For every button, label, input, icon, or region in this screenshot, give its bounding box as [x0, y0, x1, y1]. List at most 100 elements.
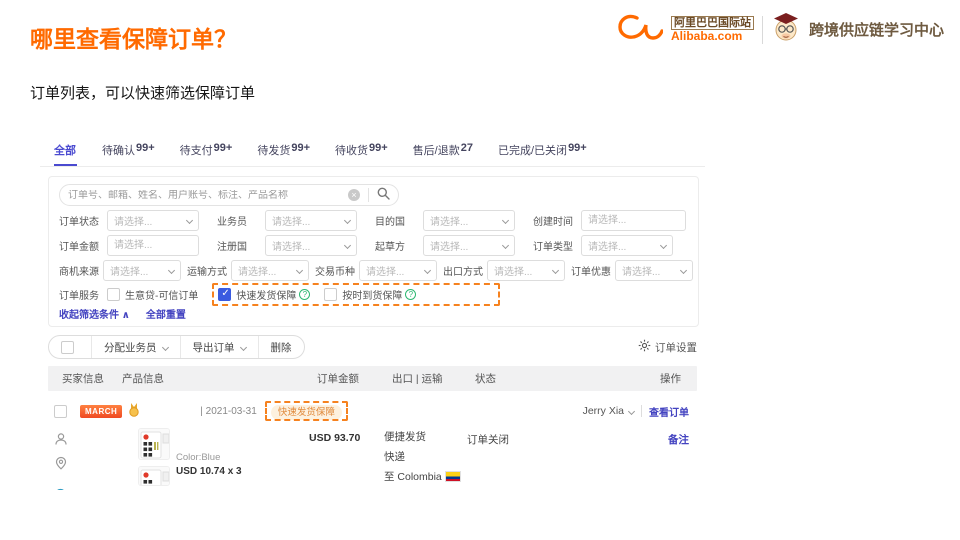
- ship-line-3: 至 Colombia: [384, 468, 467, 484]
- order-type-select[interactable]: 请选择...: [581, 235, 673, 256]
- search-input[interactable]: [68, 190, 348, 201]
- filter-label-order-amount: 订单金额: [59, 238, 107, 253]
- create-time-input[interactable]: [581, 210, 686, 231]
- order-row-body: Leave Messages: [40, 428, 705, 490]
- lead-source-select[interactable]: 请选择...: [103, 260, 181, 281]
- salesperson-select[interactable]: 请选择...: [265, 210, 357, 231]
- col-export-shipping: 出口 | 运输: [392, 371, 475, 386]
- tab-pending-pay[interactable]: 待支付99+: [180, 142, 233, 166]
- chevron-down-icon: [502, 242, 509, 249]
- help-icon[interactable]: ?: [299, 289, 310, 300]
- search-icon[interactable]: [377, 187, 390, 203]
- buyer-info-cell: Leave Messages: [54, 428, 114, 490]
- buyer-avatar-icon: [54, 432, 114, 449]
- product-info-cell: .. Color:Blue USD 10.74 x 3: [114, 428, 309, 490]
- destination-country-select[interactable]: 请选择...: [423, 210, 515, 231]
- salesperson-dropdown[interactable]: Jerry Xia: [583, 405, 634, 417]
- filter-label-create-time: 创建时间: [533, 213, 581, 228]
- clear-search-icon[interactable]: ×: [348, 189, 360, 201]
- ontime-delivery-guarantee-checkbox[interactable]: [324, 288, 337, 301]
- col-buyer-info: 买家信息: [62, 371, 122, 386]
- order-list-screenshot: 全部 待确认99+ 待支付99+ 待发货99+ 待收货99+ 售后/退款27 已…: [40, 138, 705, 490]
- medal-icon: [128, 403, 140, 420]
- service-fast-shipping-guarantee: 快速发货保障 ?: [218, 287, 310, 302]
- learning-center-label: 跨境供应链学习中心: [809, 19, 944, 40]
- tab-pending-ship[interactable]: 待发货99+: [257, 142, 310, 166]
- chevron-down-icon: [168, 267, 175, 274]
- order-row-header: MARCH | 2021-03-31 快速发货保障 Jerry Xia 查看订单: [40, 399, 705, 423]
- orders-table-header: 买家信息 产品信息 订单金额 出口 | 运输 状态 操作: [48, 366, 697, 391]
- select-all-checkbox[interactable]: [61, 341, 74, 354]
- tab-aftersale-refund[interactable]: 售后/退款27: [413, 142, 473, 166]
- product-image[interactable]: [138, 428, 170, 460]
- tab-pending-confirm[interactable]: 待确认99+: [102, 142, 155, 166]
- collapse-filters-link[interactable]: 收起筛选条件 ∧: [59, 306, 130, 321]
- shipping-method-select[interactable]: 请选择...: [231, 260, 309, 281]
- select-all-cell: [49, 336, 92, 358]
- chevron-down-icon: [161, 343, 168, 350]
- filter-label-salesperson: 业务员: [217, 213, 265, 228]
- order-header-right: Jerry Xia 查看订单: [583, 404, 689, 419]
- tab-all[interactable]: 全部: [54, 142, 77, 166]
- order-status-cell: 订单关闭: [467, 428, 668, 490]
- delete-button[interactable]: 删除: [259, 336, 304, 358]
- product-image[interactable]: [138, 466, 170, 486]
- trade-currency-select[interactable]: 请选择...: [359, 260, 437, 281]
- order-search-bar: ×: [59, 184, 399, 206]
- ship-line-1: 便捷发货: [384, 428, 467, 444]
- location-pin-icon: [54, 456, 114, 473]
- order-row-checkbox[interactable]: [54, 405, 67, 418]
- col-status: 状态: [475, 371, 660, 386]
- filter-label-trade-currency: 交易币种: [315, 263, 359, 278]
- reset-all-link[interactable]: 全部重置: [146, 306, 186, 321]
- drafter-select[interactable]: 请选择...: [423, 235, 515, 256]
- export-shipping-cell: 便捷发货 快递 至 Colombia: [384, 428, 467, 490]
- filter-label-register-country: 注册国: [217, 238, 265, 253]
- filter-row-3: 商机来源 请选择... 运输方式 请选择... 交易币种 请选择... 出口方式…: [59, 260, 688, 281]
- divider: [641, 405, 642, 417]
- fast-shipping-guarantee-tag: 快速发货保障: [271, 405, 342, 420]
- chevron-down-icon: [239, 343, 246, 350]
- col-actions: 操作: [660, 371, 681, 386]
- order-settings-button[interactable]: 订单设置: [638, 339, 697, 355]
- filter-label-export-method: 出口方式: [443, 263, 487, 278]
- register-country-select[interactable]: 请选择...: [265, 235, 357, 256]
- export-method-select[interactable]: 请选择...: [487, 260, 565, 281]
- filter-label-destination-country: 目的国: [375, 213, 423, 228]
- product-title-truncated: ..: [176, 430, 316, 444]
- filter-row-2: 订单金额 注册国 请选择... 起草方 请选择... 订单类型 请选择...: [59, 235, 688, 256]
- colombia-flag-icon: [445, 471, 461, 482]
- order-discount-select[interactable]: 请选择...: [615, 260, 693, 281]
- filter-panel: × 订单状态 请选择... 业务员 请选择... 目的国 请选择... 创建时间…: [48, 176, 699, 327]
- assign-salesperson-button[interactable]: 分配业务员: [92, 336, 181, 358]
- filter-label-order-discount: 订单优惠: [571, 263, 615, 278]
- view-order-link[interactable]: 查看订单: [649, 404, 689, 419]
- chevron-down-icon: [296, 267, 303, 274]
- order-status-select[interactable]: 请选择...: [107, 210, 199, 231]
- filter-label-order-status: 订单状态: [59, 213, 107, 228]
- filter-row-1: 订单状态 请选择... 业务员 请选择... 目的国 请选择... 创建时间: [59, 210, 688, 231]
- alibaba-brand-text: 阿里巴巴国际站 Alibaba.com: [671, 16, 754, 43]
- chevron-down-icon: [344, 217, 351, 224]
- order-services-row: 订单服务 生意贷-可信订单 快速发货保障 ? 按时到货保障 ?: [59, 285, 688, 304]
- slide-subtitle: 订单列表，可以快速筛选保障订单: [30, 82, 255, 103]
- order-amount-input[interactable]: [107, 235, 199, 256]
- chevron-down-icon: [680, 267, 687, 274]
- help-icon[interactable]: ?: [405, 289, 416, 300]
- tab-pending-receive[interactable]: 待收货99+: [335, 142, 388, 166]
- campaign-badge: MARCH: [80, 405, 122, 418]
- logo-divider: [762, 16, 763, 44]
- chevron-down-icon: [344, 242, 351, 249]
- slide: 哪里查看保障订单？ 阿里巴巴国际站 Alibaba.com 跨境供应链学: [0, 0, 960, 540]
- leave-messages-link[interactable]: Leave Messages: [54, 488, 114, 490]
- fast-shipping-guarantee-checkbox[interactable]: [218, 288, 231, 301]
- filter-links-row: 收起筛选条件 ∧ 全部重置: [59, 306, 688, 321]
- mascot-icon: [771, 12, 801, 47]
- filter-label-order-services: 订单服务: [59, 287, 107, 302]
- remark-link[interactable]: 备注: [668, 434, 689, 446]
- trusted-order-checkbox[interactable]: [107, 288, 120, 301]
- tab-completed-closed[interactable]: 已完成/已关闭99+: [498, 142, 587, 166]
- guarantee-tag-highlight: 快速发货保障: [265, 401, 348, 421]
- service-ontime-delivery-guarantee: 按时到货保障 ?: [324, 287, 416, 302]
- export-orders-button[interactable]: 导出订单: [181, 336, 259, 358]
